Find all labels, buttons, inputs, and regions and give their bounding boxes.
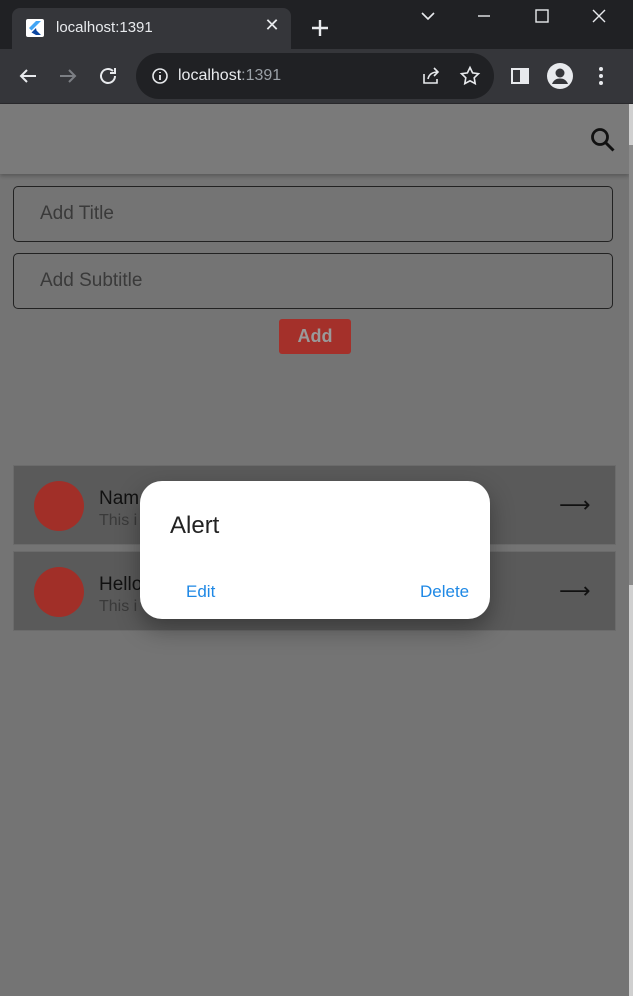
more-menu-icon[interactable]	[589, 64, 613, 88]
avatar	[34, 567, 84, 617]
tab-close-icon[interactable]: ✕	[263, 16, 281, 34]
new-tab-plus-icon[interactable]	[308, 16, 332, 40]
bookmark-star-icon[interactable]	[458, 64, 482, 88]
dialog-title: Alert	[170, 512, 220, 539]
address-bar[interactable]: localhost:1391	[136, 53, 494, 99]
side-panel-icon[interactable]	[508, 64, 532, 88]
arrow-right-icon[interactable]: ⟶	[559, 492, 591, 518]
site-info-icon[interactable]	[148, 64, 172, 88]
url-port: :1391	[241, 67, 282, 84]
subtitle-input[interactable]	[38, 269, 592, 293]
list-item-subtitle: This i	[99, 512, 138, 529]
delete-button[interactable]: Delete	[420, 582, 469, 602]
tab-search-chevron-icon[interactable]	[416, 4, 440, 28]
add-button[interactable]: Add	[279, 319, 351, 354]
title-input[interactable]	[38, 202, 592, 226]
subtitle-field[interactable]	[13, 253, 613, 309]
reload-icon[interactable]	[96, 64, 120, 88]
arrow-right-icon[interactable]: ⟶	[559, 578, 591, 604]
profile-avatar-icon[interactable]	[547, 63, 573, 89]
search-icon[interactable]	[589, 126, 617, 154]
minimize-icon[interactable]	[472, 4, 496, 28]
alert-dialog: Alert Edit Delete	[140, 481, 490, 619]
url-text: localhost:1391	[178, 67, 281, 85]
browser-toolbar: localhost:1391	[0, 49, 633, 104]
browser-tab[interactable]: localhost:1391 ✕	[12, 8, 291, 49]
edit-button[interactable]: Edit	[186, 582, 215, 602]
tab-title: localhost:1391	[56, 19, 153, 36]
list-item-title: Nam	[99, 488, 140, 509]
flutter-favicon-icon	[26, 19, 44, 37]
list-item-title: Hello	[99, 574, 143, 595]
scrollbar-thumb[interactable]	[629, 145, 633, 585]
browser-tab-strip: localhost:1391 ✕	[0, 0, 633, 49]
title-field[interactable]	[13, 186, 613, 242]
share-icon[interactable]	[419, 64, 443, 88]
maximize-icon[interactable]	[530, 4, 554, 28]
url-host: localhost	[178, 67, 242, 84]
close-window-icon[interactable]	[587, 4, 611, 28]
app-bar	[0, 104, 629, 174]
back-arrow-icon[interactable]	[16, 64, 40, 88]
list-item-subtitle: This i	[99, 598, 138, 615]
avatar	[34, 481, 84, 531]
forward-arrow-icon[interactable]	[56, 64, 80, 88]
